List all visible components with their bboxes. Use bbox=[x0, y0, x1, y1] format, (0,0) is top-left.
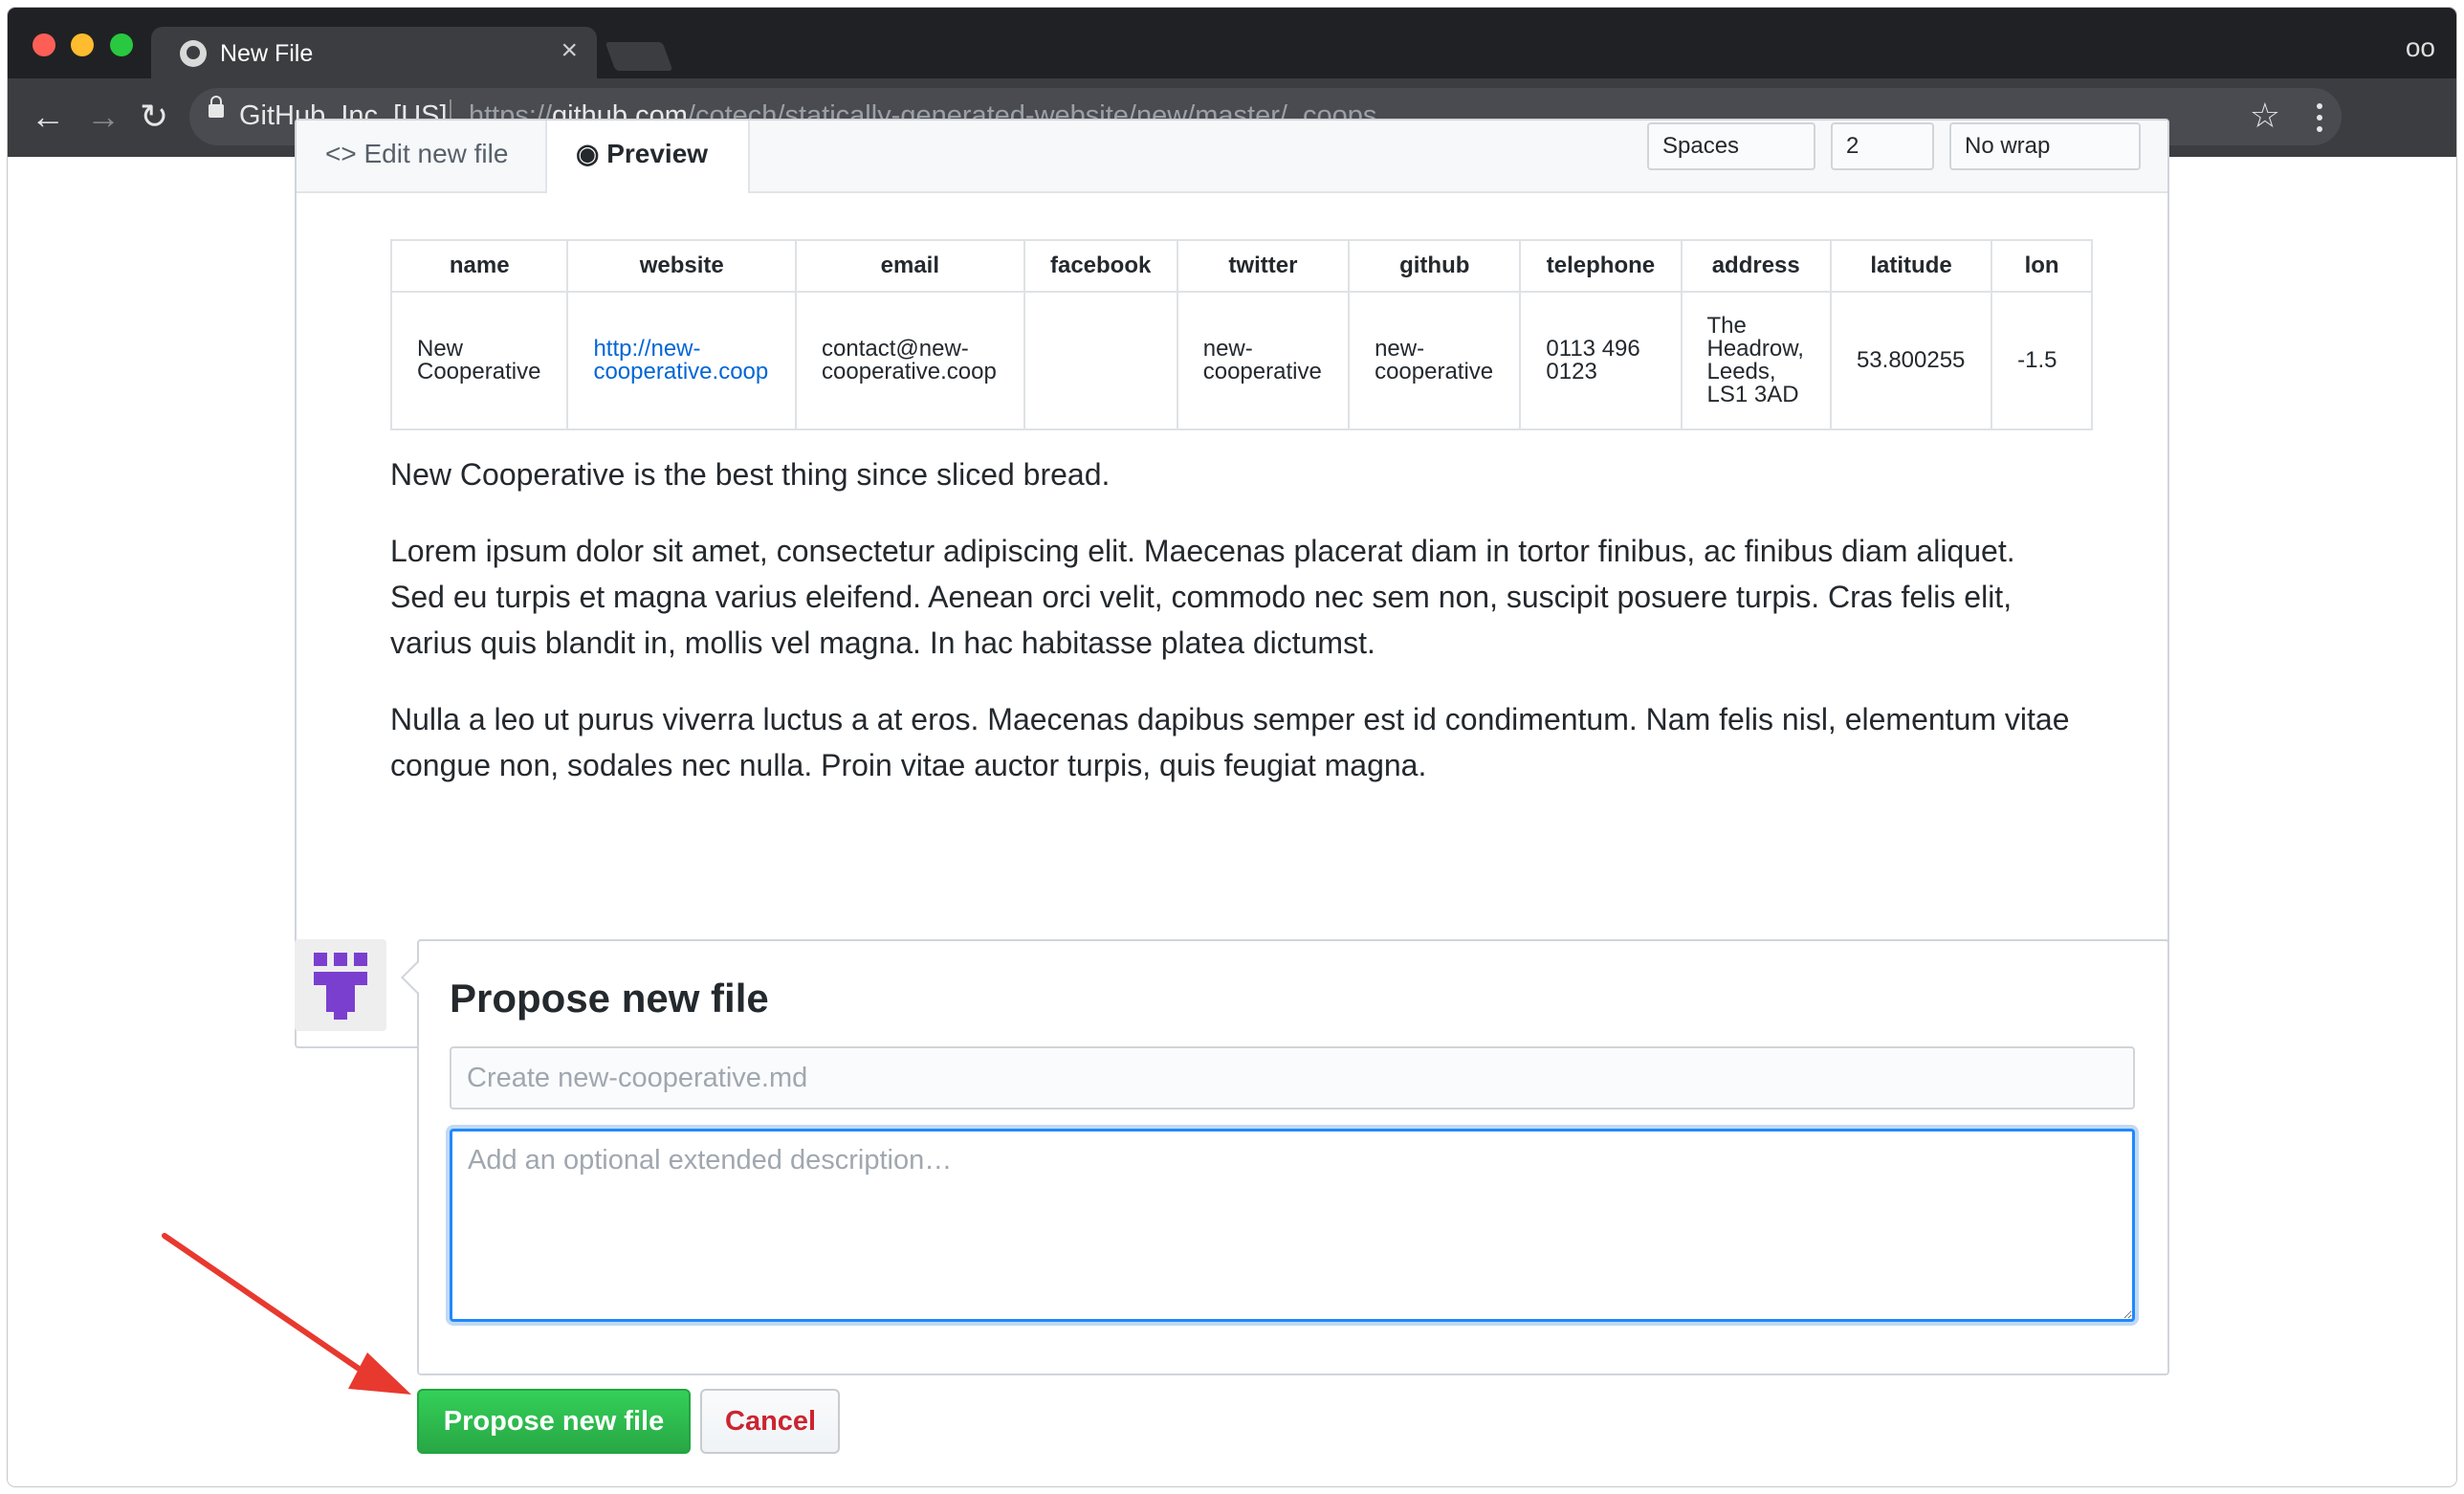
header-name: name bbox=[390, 239, 569, 293]
preview-paragraph: Nulla a leo ut purus viverra luctus a at… bbox=[390, 702, 2070, 782]
commit-form-title: Propose new file bbox=[450, 976, 769, 1021]
cell-address: The Headrow, Leeds, LS1 3AD bbox=[1680, 291, 1832, 430]
cell-name: New Cooperative bbox=[390, 291, 569, 430]
tab-strip: New File × oo bbox=[8, 8, 2456, 78]
website-link[interactable]: http://new-cooperative.coop bbox=[593, 336, 768, 384]
cell-latitude: 53.800255 bbox=[1829, 291, 1993, 430]
cell-lon: -1.5 bbox=[1991, 291, 2093, 430]
tab-title: New File bbox=[220, 40, 314, 67]
coop-data-table: name website email facebook twitter gith… bbox=[390, 239, 2093, 430]
editor-tabs: <> Edit new file ◉ Preview Spaces 2 No w… bbox=[297, 121, 2167, 193]
header-latitude: latitude bbox=[1829, 239, 1993, 293]
commit-description-textarea[interactable] bbox=[450, 1129, 2135, 1322]
cell-website: http://new-cooperative.coop bbox=[566, 291, 798, 430]
cell-github: new-cooperative bbox=[1348, 291, 1522, 430]
annotation-arrow-icon bbox=[162, 1233, 411, 1395]
reload-icon[interactable]: ↻ bbox=[140, 98, 168, 136]
github-favicon-icon bbox=[180, 40, 207, 67]
propose-new-file-button[interactable]: Propose new file bbox=[417, 1389, 691, 1454]
cell-facebook bbox=[1023, 291, 1178, 430]
cancel-button[interactable]: Cancel bbox=[700, 1389, 840, 1454]
header-website: website bbox=[566, 239, 798, 293]
browser-menu-icon[interactable] bbox=[2317, 103, 2322, 132]
commit-summary-input[interactable] bbox=[450, 1046, 2135, 1110]
new-tab-button[interactable] bbox=[605, 42, 673, 71]
header-facebook: facebook bbox=[1023, 239, 1178, 293]
lock-icon[interactable] bbox=[209, 96, 224, 118]
table-scroll-container[interactable]: name website email facebook twitter gith… bbox=[390, 239, 2093, 430]
header-telephone: telephone bbox=[1519, 239, 1683, 293]
header-twitter: twitter bbox=[1176, 239, 1351, 293]
tab-edit-new-file[interactable]: <> Edit new file bbox=[297, 121, 537, 191]
table-header-row: name website email facebook twitter gith… bbox=[390, 239, 2093, 293]
bookmark-star-icon[interactable]: ☆ bbox=[2250, 96, 2280, 136]
header-email: email bbox=[795, 239, 1025, 293]
minimize-window-button[interactable] bbox=[71, 33, 94, 56]
commit-form: Propose new file bbox=[417, 939, 2169, 1375]
cell-twitter: new-cooperative bbox=[1176, 291, 1351, 430]
table-row: New Cooperative http://new-cooperative.c… bbox=[390, 291, 2093, 430]
header-lon: lon bbox=[1991, 239, 2093, 293]
header-address: address bbox=[1680, 239, 1832, 293]
markdown-preview: name website email facebook twitter gith… bbox=[390, 239, 2093, 819]
tab-close-icon[interactable]: × bbox=[561, 36, 578, 65]
forward-arrow-icon[interactable]: → bbox=[86, 98, 121, 136]
tab-preview[interactable]: ◉ Preview bbox=[545, 121, 750, 193]
file-editor: <> Edit new file ◉ Preview Spaces 2 No w… bbox=[295, 119, 2169, 1048]
incognito-icon: oo bbox=[2405, 33, 2435, 62]
close-window-button[interactable] bbox=[33, 33, 55, 56]
back-arrow-icon[interactable]: ← bbox=[31, 98, 65, 136]
cell-telephone: 0113 496 0123 bbox=[1519, 291, 1683, 430]
identicon-icon bbox=[314, 953, 367, 1020]
indent-size-select[interactable]: 2 bbox=[1831, 122, 1934, 170]
preview-paragraph: Lorem ipsum dolor sit amet, consectetur … bbox=[390, 534, 2015, 660]
wrap-mode-select[interactable]: No wrap bbox=[1949, 122, 2141, 170]
page-content: <> Edit new file ◉ Preview Spaces 2 No w… bbox=[8, 119, 2456, 1486]
preview-paragraph: New Cooperative is the best thing since … bbox=[390, 457, 1111, 492]
browser-tab-new-file[interactable]: New File × bbox=[151, 27, 597, 78]
avatar[interactable] bbox=[295, 939, 386, 1031]
header-github: github bbox=[1348, 239, 1522, 293]
zoom-window-button[interactable] bbox=[110, 33, 133, 56]
indent-mode-select[interactable]: Spaces bbox=[1647, 122, 1815, 170]
browser-window: New File × oo ← → ↻ GitHub, Inc. [US] ht… bbox=[8, 8, 2456, 1486]
cell-email: contact@new-cooperative.coop bbox=[795, 291, 1025, 430]
